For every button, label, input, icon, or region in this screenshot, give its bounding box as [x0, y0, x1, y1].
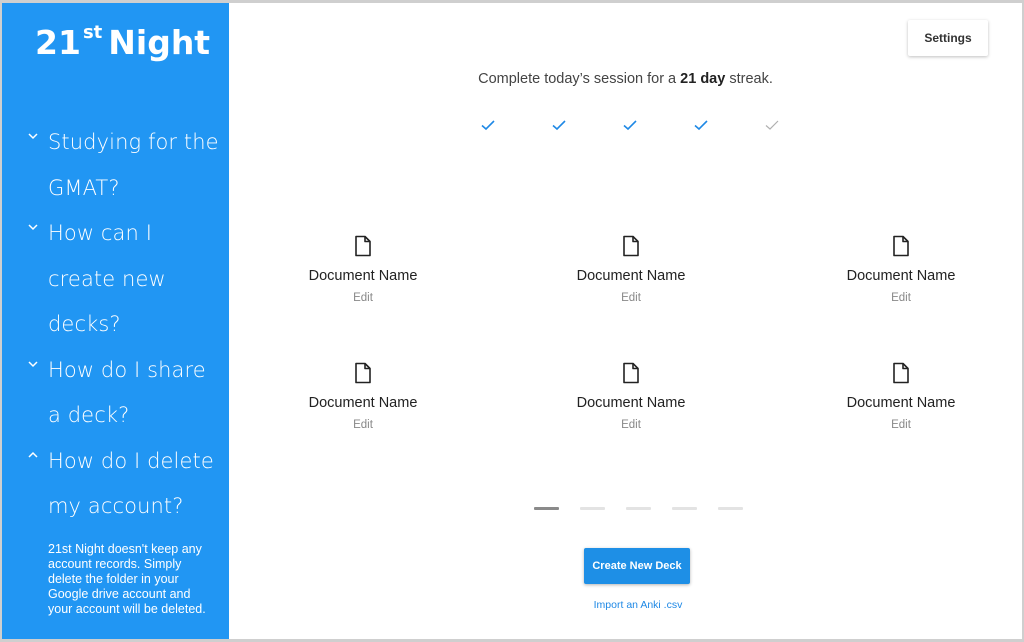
deck-card[interactable]: Document Name Edit: [541, 362, 721, 431]
checkmark-icon: [552, 120, 566, 131]
deck-name: Document Name: [576, 395, 686, 411]
logo-number: 21: [35, 23, 81, 62]
sidebar: 21st Night Studying for the GMAT? How can…: [2, 3, 229, 639]
checkmark-icon: [765, 120, 779, 130]
page-indicator[interactable]: [534, 507, 559, 510]
faq-question: Studying for the GMAT?: [48, 130, 219, 200]
page-indicator[interactable]: [580, 507, 605, 510]
document-icon: [893, 362, 909, 384]
streak-message: Complete today’s session for a 21 day st…: [229, 71, 1022, 87]
logo-superscript: st: [82, 22, 103, 43]
faq-list: Studying for the GMAT? How can I create …: [2, 120, 229, 617]
faq-item-share-deck[interactable]: How do I share a deck?: [2, 348, 229, 439]
deck-edit-link[interactable]: Edit: [541, 419, 721, 431]
faq-question: How do I delete my account?: [48, 448, 214, 519]
faq-item-delete-account[interactable]: How do I delete my account? 21st Night d…: [2, 439, 229, 617]
pagination: [229, 507, 1022, 511]
chevron-up-icon: [28, 451, 38, 458]
faq-item-create-decks[interactable]: How can I create new decks?: [2, 211, 229, 348]
deck-card[interactable]: Document Name Edit: [811, 362, 991, 431]
app-logo: 21st Night: [35, 22, 211, 62]
faq-answer: 21st Night doesn't keep any account reco…: [48, 541, 206, 616]
faq-question: How do I share a deck?: [48, 357, 206, 428]
deck-edit-link[interactable]: Edit: [811, 419, 991, 431]
deck-edit-link[interactable]: Edit: [273, 292, 453, 304]
deck-card[interactable]: Document Name Edit: [273, 362, 453, 431]
document-icon: [623, 362, 639, 384]
deck-edit-link[interactable]: Edit: [273, 419, 453, 431]
chevron-down-icon: [28, 360, 38, 367]
document-icon: [355, 362, 371, 384]
streak-suffix: streak.: [725, 71, 773, 87]
faq-item-gmat[interactable]: Studying for the GMAT?: [2, 120, 229, 211]
deck-card[interactable]: Document Name Edit: [541, 235, 721, 304]
deck-name: Document Name: [308, 268, 418, 284]
page-indicator[interactable]: [626, 507, 651, 510]
deck-card[interactable]: Document Name Edit: [811, 235, 991, 304]
document-icon: [355, 235, 371, 257]
create-new-deck-button[interactable]: Create New Deck: [584, 548, 690, 584]
streak-days: 21 day: [680, 71, 726, 87]
deck-name: Document Name: [576, 268, 686, 284]
deck-card[interactable]: Document Name Edit: [273, 235, 453, 304]
streak-checks: [229, 117, 1022, 137]
deck-name: Document Name: [846, 268, 956, 284]
checkmark-icon: [481, 120, 495, 131]
page-indicator[interactable]: [672, 507, 697, 510]
faq-question: How can I create new decks?: [48, 221, 166, 336]
app-window: 21st Night Studying for the GMAT? How can…: [2, 3, 1022, 639]
checkmark-icon: [694, 120, 708, 131]
main-content: Settings Complete today’s session for a …: [229, 3, 1022, 639]
page-indicator[interactable]: [718, 507, 743, 510]
deck-name: Document Name: [846, 395, 956, 411]
settings-button[interactable]: Settings: [908, 20, 988, 56]
import-anki-link[interactable]: Import an Anki .csv: [229, 599, 1022, 611]
deck-edit-link[interactable]: Edit: [811, 292, 991, 304]
chevron-down-icon: [28, 224, 38, 231]
logo-word: Night: [108, 23, 211, 62]
document-icon: [623, 235, 639, 257]
deck-name: Document Name: [308, 395, 418, 411]
document-icon: [893, 235, 909, 257]
streak-prefix: Complete today’s session for a: [478, 71, 681, 87]
deck-edit-link[interactable]: Edit: [541, 292, 721, 304]
chevron-down-icon: [28, 133, 38, 140]
checkmark-icon: [623, 120, 637, 131]
